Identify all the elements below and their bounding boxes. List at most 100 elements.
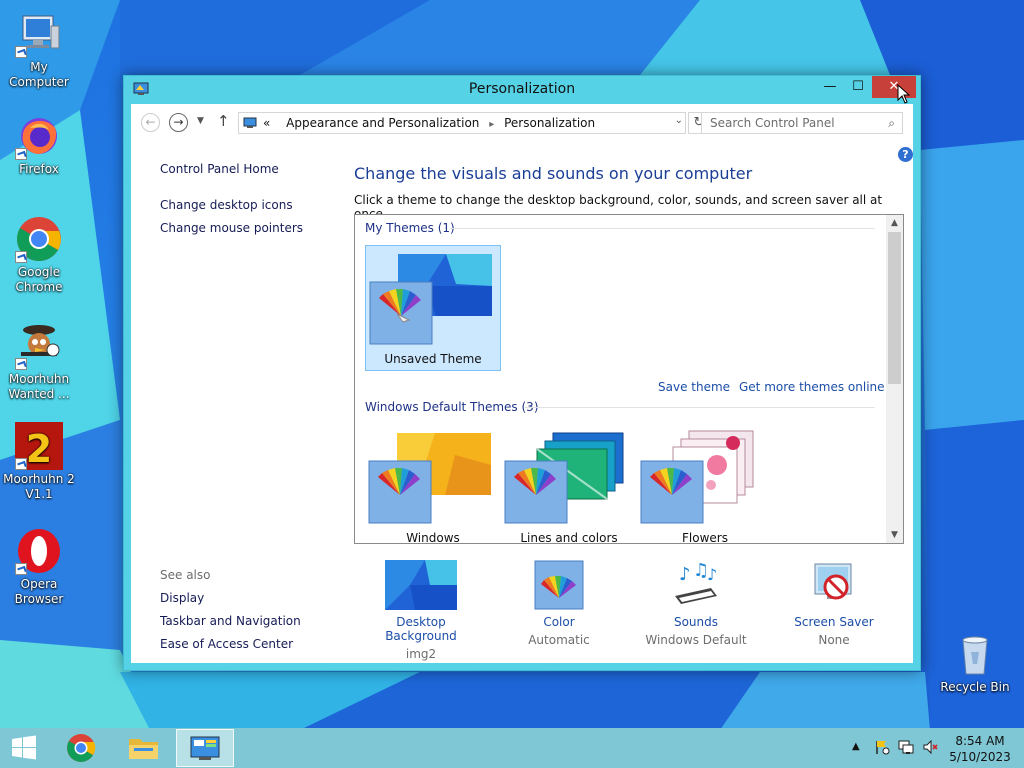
moorhuhn-2-icon: 2 — [15, 422, 63, 470]
theme-thumbnail — [501, 425, 637, 529]
desktop-background-value: img2 — [405, 647, 437, 661]
sounds-icon: ♪ ♫ ♪ — [671, 560, 721, 610]
start-button[interactable] — [0, 728, 48, 768]
clock-date: 5/10/2023 — [949, 750, 1011, 764]
save-theme-link[interactable]: Save theme — [658, 380, 730, 394]
breadcrumb: « Appearance and Personalization ▸ Perso… — [263, 116, 595, 130]
desktop-icon-my-computer[interactable]: My Computer — [0, 10, 78, 90]
taskbar-clock[interactable]: 8:54 AM 5/10/2023 — [944, 733, 1016, 765]
desktop-icon-opera[interactable]: Opera Browser — [0, 527, 78, 607]
arrow-left-icon: ← — [145, 115, 156, 129]
file-explorer-icon — [129, 739, 158, 759]
forward-button[interactable]: → — [169, 113, 188, 132]
taskbar-navigation-link[interactable]: Taskbar and Navigation — [160, 614, 301, 628]
change-mouse-pointers-link[interactable]: Change mouse pointers — [160, 221, 303, 235]
network-icon[interactable] — [898, 739, 914, 758]
theme-thumbnail — [365, 425, 501, 529]
action-center-flag-icon[interactable] — [874, 739, 890, 758]
moorhuhn-wanted-icon — [15, 322, 63, 370]
chevron-down-icon: ▼ — [197, 116, 204, 126]
address-bar[interactable]: « Appearance and Personalization ▸ Perso… — [238, 112, 686, 134]
scroll-up-icon[interactable]: ▲ — [886, 218, 903, 228]
up-button[interactable]: ↑ — [217, 112, 230, 130]
firefox-icon — [15, 112, 63, 160]
help-icon: ? — [902, 148, 909, 161]
control-panel-home-link[interactable]: Control Panel Home — [160, 162, 279, 176]
search-input[interactable]: Search Control Panel — [710, 116, 835, 130]
clock-time: 8:54 AM — [955, 734, 1005, 748]
svg-text:♪: ♪ — [679, 564, 691, 585]
screen-saver-setting[interactable]: Screen Saver None — [774, 560, 894, 647]
window-client: ← → ▼ ↑ « Appearance and Personalization… — [131, 104, 913, 663]
control-panel-icon — [190, 736, 220, 760]
desktop-icon-moorhuhn-2[interactable]: 2 Moorhuhn 2 V1.1 — [0, 422, 78, 502]
minimize-button[interactable]: — — [816, 76, 844, 98]
theme-lines-and-colors[interactable]: Lines and colors — [501, 425, 637, 544]
search-icon: ⌕ — [888, 116, 895, 130]
desktop-icon-google-chrome[interactable]: Google Chrome — [0, 215, 78, 295]
default-themes-heading: Windows Default Themes (3) — [365, 400, 539, 414]
my-themes-heading: My Themes (1) — [365, 221, 455, 235]
desktop-background-icon — [385, 560, 457, 610]
desktop-icon-moorhuhn-wanted[interactable]: Moorhuhn Wanted ... — [0, 322, 78, 402]
theme-unsaved[interactable]: Unsaved Theme — [365, 245, 501, 371]
opera-icon — [15, 527, 63, 575]
address-dropdown-icon[interactable]: ⌄ — [675, 115, 683, 126]
ease-of-access-link[interactable]: Ease of Access Center — [160, 637, 293, 651]
chrome-icon — [15, 215, 63, 263]
taskbar-file-explorer-button[interactable] — [114, 729, 172, 767]
taskbar: ▲ 8:54 AM 5/10/2023 — [0, 728, 1024, 768]
taskbar-control-panel-button[interactable] — [176, 729, 234, 767]
get-more-themes-link[interactable]: Get more themes online — [739, 380, 885, 394]
breadcrumb-overflow[interactable]: « — [263, 116, 270, 130]
desktop-icon-firefox[interactable]: Firefox — [0, 112, 78, 177]
breadcrumb-separator-icon: ▸ — [489, 119, 495, 130]
recent-locations-button[interactable]: ▼ — [197, 116, 204, 126]
see-also-heading: See also — [160, 568, 211, 582]
personalization-window: Personalization — ☐ ✕ ← → ▼ ↑ « Appearan… — [123, 75, 921, 671]
theme-thumbnail — [637, 425, 773, 529]
show-hidden-icons-icon[interactable]: ▲ — [852, 741, 860, 752]
navigation-bar: ← → ▼ ↑ « Appearance and Personalization… — [131, 104, 913, 140]
window-title: Personalization — [468, 81, 576, 97]
theme-windows[interactable]: Windows — [365, 425, 501, 544]
desktop-background-label: Desktop Background — [385, 615, 457, 643]
mouse-cursor-icon — [897, 83, 911, 107]
volume-muted-icon[interactable] — [922, 739, 938, 758]
system-tray: ▲ — [848, 728, 940, 768]
search-box[interactable]: Search Control Panel ⌕ — [701, 112, 903, 134]
color-setting[interactable]: Color Automatic — [499, 560, 619, 647]
theme-label: Flowers — [682, 531, 728, 544]
page-title: Change the visuals and sounds on your co… — [354, 164, 753, 183]
sounds-setting[interactable]: ♪ ♫ ♪ Sounds Windows Default — [636, 560, 756, 647]
theme-label: Lines and colors — [520, 531, 618, 544]
maximize-button[interactable]: ☐ — [844, 76, 872, 98]
desktop-icon-label: Recycle Bin — [940, 680, 1010, 694]
desktop-icon-label: Moorhuhn 2 V1.1 — [3, 472, 75, 501]
window-titlebar[interactable]: Personalization — ☐ ✕ — [124, 76, 920, 104]
sounds-value: Windows Default — [645, 633, 747, 647]
theme-list-scrollbar[interactable]: ▲ ▼ — [886, 215, 903, 543]
breadcrumb-personalization[interactable]: Personalization — [504, 116, 595, 130]
chrome-icon — [67, 734, 96, 762]
scroll-down-icon[interactable]: ▼ — [886, 530, 903, 540]
theme-flowers[interactable]: Flowers — [637, 425, 773, 544]
change-desktop-icons-link[interactable]: Change desktop icons — [160, 198, 293, 212]
desktop-icon-label: Opera Browser — [14, 577, 64, 606]
theme-thumbnail — [366, 246, 502, 350]
group-divider — [525, 407, 875, 408]
theme-label: Unsaved Theme — [384, 352, 482, 366]
screen-saver-label: Screen Saver — [794, 615, 874, 629]
taskbar-chrome-button[interactable] — [52, 729, 110, 767]
theme-label: Windows — [406, 531, 460, 544]
screen-saver-icon — [809, 560, 859, 610]
breadcrumb-appearance[interactable]: Appearance and Personalization — [286, 116, 479, 130]
help-button[interactable]: ? — [898, 147, 913, 162]
display-link[interactable]: Display — [160, 591, 204, 605]
windows-logo-icon — [12, 735, 36, 760]
desktop-background-setting[interactable]: Desktop Background img2 — [361, 560, 481, 661]
scrollbar-thumb[interactable] — [888, 232, 901, 384]
desktop-icon-recycle-bin[interactable]: Recycle Bin — [936, 630, 1014, 695]
maximize-icon: ☐ — [852, 79, 864, 94]
back-button[interactable]: ← — [141, 113, 160, 132]
